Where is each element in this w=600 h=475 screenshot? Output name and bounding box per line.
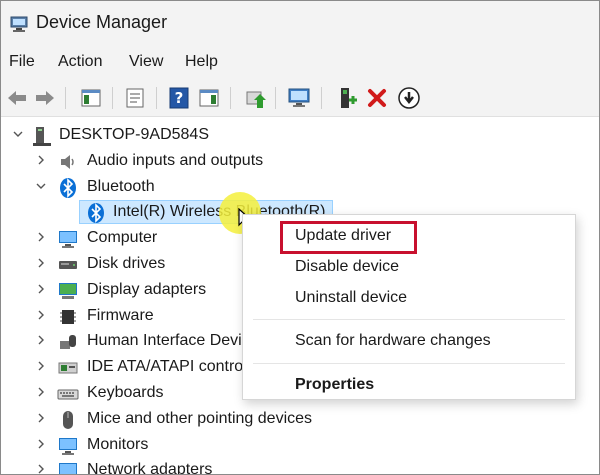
- menu-view[interactable]: View: [129, 53, 163, 71]
- disable-device-icon[interactable]: [397, 86, 421, 110]
- toolbar-separator: [230, 87, 231, 109]
- chevron-right-icon[interactable]: [34, 411, 48, 425]
- bluetooth-icon: [60, 178, 76, 198]
- toolbar-separator: [321, 87, 322, 109]
- tree-item-label: Display adapters: [87, 281, 207, 298]
- tree-item-audio[interactable]: Audio inputs and outputs: [1, 150, 291, 174]
- tree-item-firmware[interactable]: Firmware: [1, 305, 201, 329]
- context-menu: Update driver Disable device Uninstall d…: [242, 214, 576, 400]
- tree-item-label: Disk drives: [87, 255, 166, 272]
- keyboard-icon: [57, 389, 79, 400]
- computer-icon: [33, 127, 51, 146]
- tree-item-keyboards[interactable]: Keyboards: [1, 382, 201, 406]
- chevron-right-icon[interactable]: [34, 153, 48, 167]
- menu-scan-hardware-changes[interactable]: Scan for hardware changes: [295, 332, 491, 350]
- tree-item-label: Firmware: [87, 307, 154, 324]
- tree-item-label: Bluetooth: [87, 178, 155, 195]
- chevron-right-icon[interactable]: [34, 385, 48, 399]
- menu-disable-device[interactable]: Disable device: [295, 258, 399, 276]
- tree-item-label: Keyboards: [87, 384, 164, 401]
- mouse-icon: [63, 411, 73, 429]
- chevron-right-icon[interactable]: [34, 230, 48, 244]
- chevron-down-icon[interactable]: [34, 179, 48, 193]
- chevron-right-icon[interactable]: [34, 282, 48, 296]
- add-driver-icon[interactable]: [335, 86, 359, 110]
- window-title: Device Manager: [36, 12, 168, 32]
- tree-root-label: DESKTOP-9AD584S: [59, 126, 209, 143]
- tree-item-label: Computer: [87, 229, 158, 246]
- tree-item-label: Monitors: [87, 436, 149, 453]
- chevron-right-icon[interactable]: [34, 333, 48, 347]
- bluetooth-icon: [88, 203, 104, 223]
- title-bar: Device Manager: [1, 1, 599, 47]
- hid-icon: [60, 335, 76, 349]
- ide-icon: [58, 362, 78, 374]
- tree-item-network-adapters[interactable]: Network adapters: [1, 459, 241, 475]
- tree-item-label: IDE ATA/ATAPI controllers: [87, 358, 242, 375]
- monitor-icon: [59, 438, 77, 455]
- toolbar-separator: [65, 87, 66, 109]
- display-adapter-icon: [59, 283, 77, 299]
- disk-icon: [59, 261, 77, 269]
- chevron-right-icon[interactable]: [34, 462, 48, 475]
- tree-item-label: Human Interface Devices: [87, 332, 242, 349]
- tree-item-display-adapters[interactable]: Display adapters: [1, 279, 241, 303]
- help-icon[interactable]: ?: [167, 86, 191, 110]
- tree-item-mice-pointing-devices[interactable]: Mice and other pointing devices: [1, 408, 361, 432]
- toolbar-separator: [112, 87, 113, 109]
- tree-item-monitors[interactable]: Monitors: [1, 434, 201, 458]
- tree-item-human-interface-devices[interactable]: Human Interface Devices: [1, 330, 242, 354]
- tree-item-label: Mice and other pointing devices: [87, 410, 313, 427]
- menu-bar: File Action View Help: [1, 47, 599, 79]
- tree-item-label: Audio inputs and outputs: [87, 152, 264, 169]
- properties-icon[interactable]: [123, 86, 147, 110]
- menu-separator: [253, 363, 565, 364]
- scan-hardware-icon[interactable]: [287, 86, 311, 110]
- menu-properties[interactable]: Properties: [295, 376, 374, 394]
- action-pane-icon[interactable]: [197, 86, 221, 110]
- chevron-right-icon[interactable]: [34, 437, 48, 451]
- menu-separator: [253, 319, 565, 320]
- toolbar: ?: [1, 79, 599, 117]
- speaker-icon: [61, 155, 74, 169]
- svg-text:?: ?: [175, 89, 184, 107]
- tree-item-ide-ata-atapi-controllers[interactable]: IDE ATA/ATAPI controllers: [1, 356, 242, 380]
- chevron-right-icon[interactable]: [34, 308, 48, 322]
- network-icon: [59, 463, 77, 474]
- chevron-right-icon[interactable]: [34, 359, 48, 373]
- tree-item-disk-drives[interactable]: Disk drives: [1, 253, 201, 277]
- show-hide-console-tree-icon[interactable]: [79, 86, 103, 110]
- tree-item-bluetooth[interactable]: Bluetooth: [1, 176, 201, 200]
- toolbar-separator: [275, 87, 276, 109]
- computer-icon: [59, 231, 77, 248]
- chevron-down-icon[interactable]: [11, 127, 25, 141]
- tree-item-computer[interactable]: Computer: [1, 227, 201, 251]
- menu-action[interactable]: Action: [58, 53, 102, 71]
- toolbar-separator: [156, 87, 157, 109]
- menu-uninstall-device[interactable]: Uninstall device: [295, 289, 407, 307]
- uninstall-device-icon[interactable]: [365, 86, 389, 110]
- menu-update-driver[interactable]: Update driver: [295, 227, 391, 245]
- back-arrow-icon[interactable]: [5, 86, 29, 110]
- menu-file[interactable]: File: [9, 53, 35, 71]
- tree-item-label: Network adapters: [87, 461, 213, 475]
- tree-root[interactable]: DESKTOP-9AD584S: [1, 124, 261, 148]
- device-manager-app-icon: [10, 16, 28, 32]
- update-driver-toolbar-icon[interactable]: [243, 86, 267, 110]
- chevron-right-icon[interactable]: [34, 256, 48, 270]
- forward-arrow-icon[interactable]: [33, 86, 57, 110]
- menu-help[interactable]: Help: [185, 53, 218, 71]
- device-manager-window: Device Manager File Action View Help ? D…: [0, 0, 600, 475]
- firmware-icon: [60, 310, 76, 324]
